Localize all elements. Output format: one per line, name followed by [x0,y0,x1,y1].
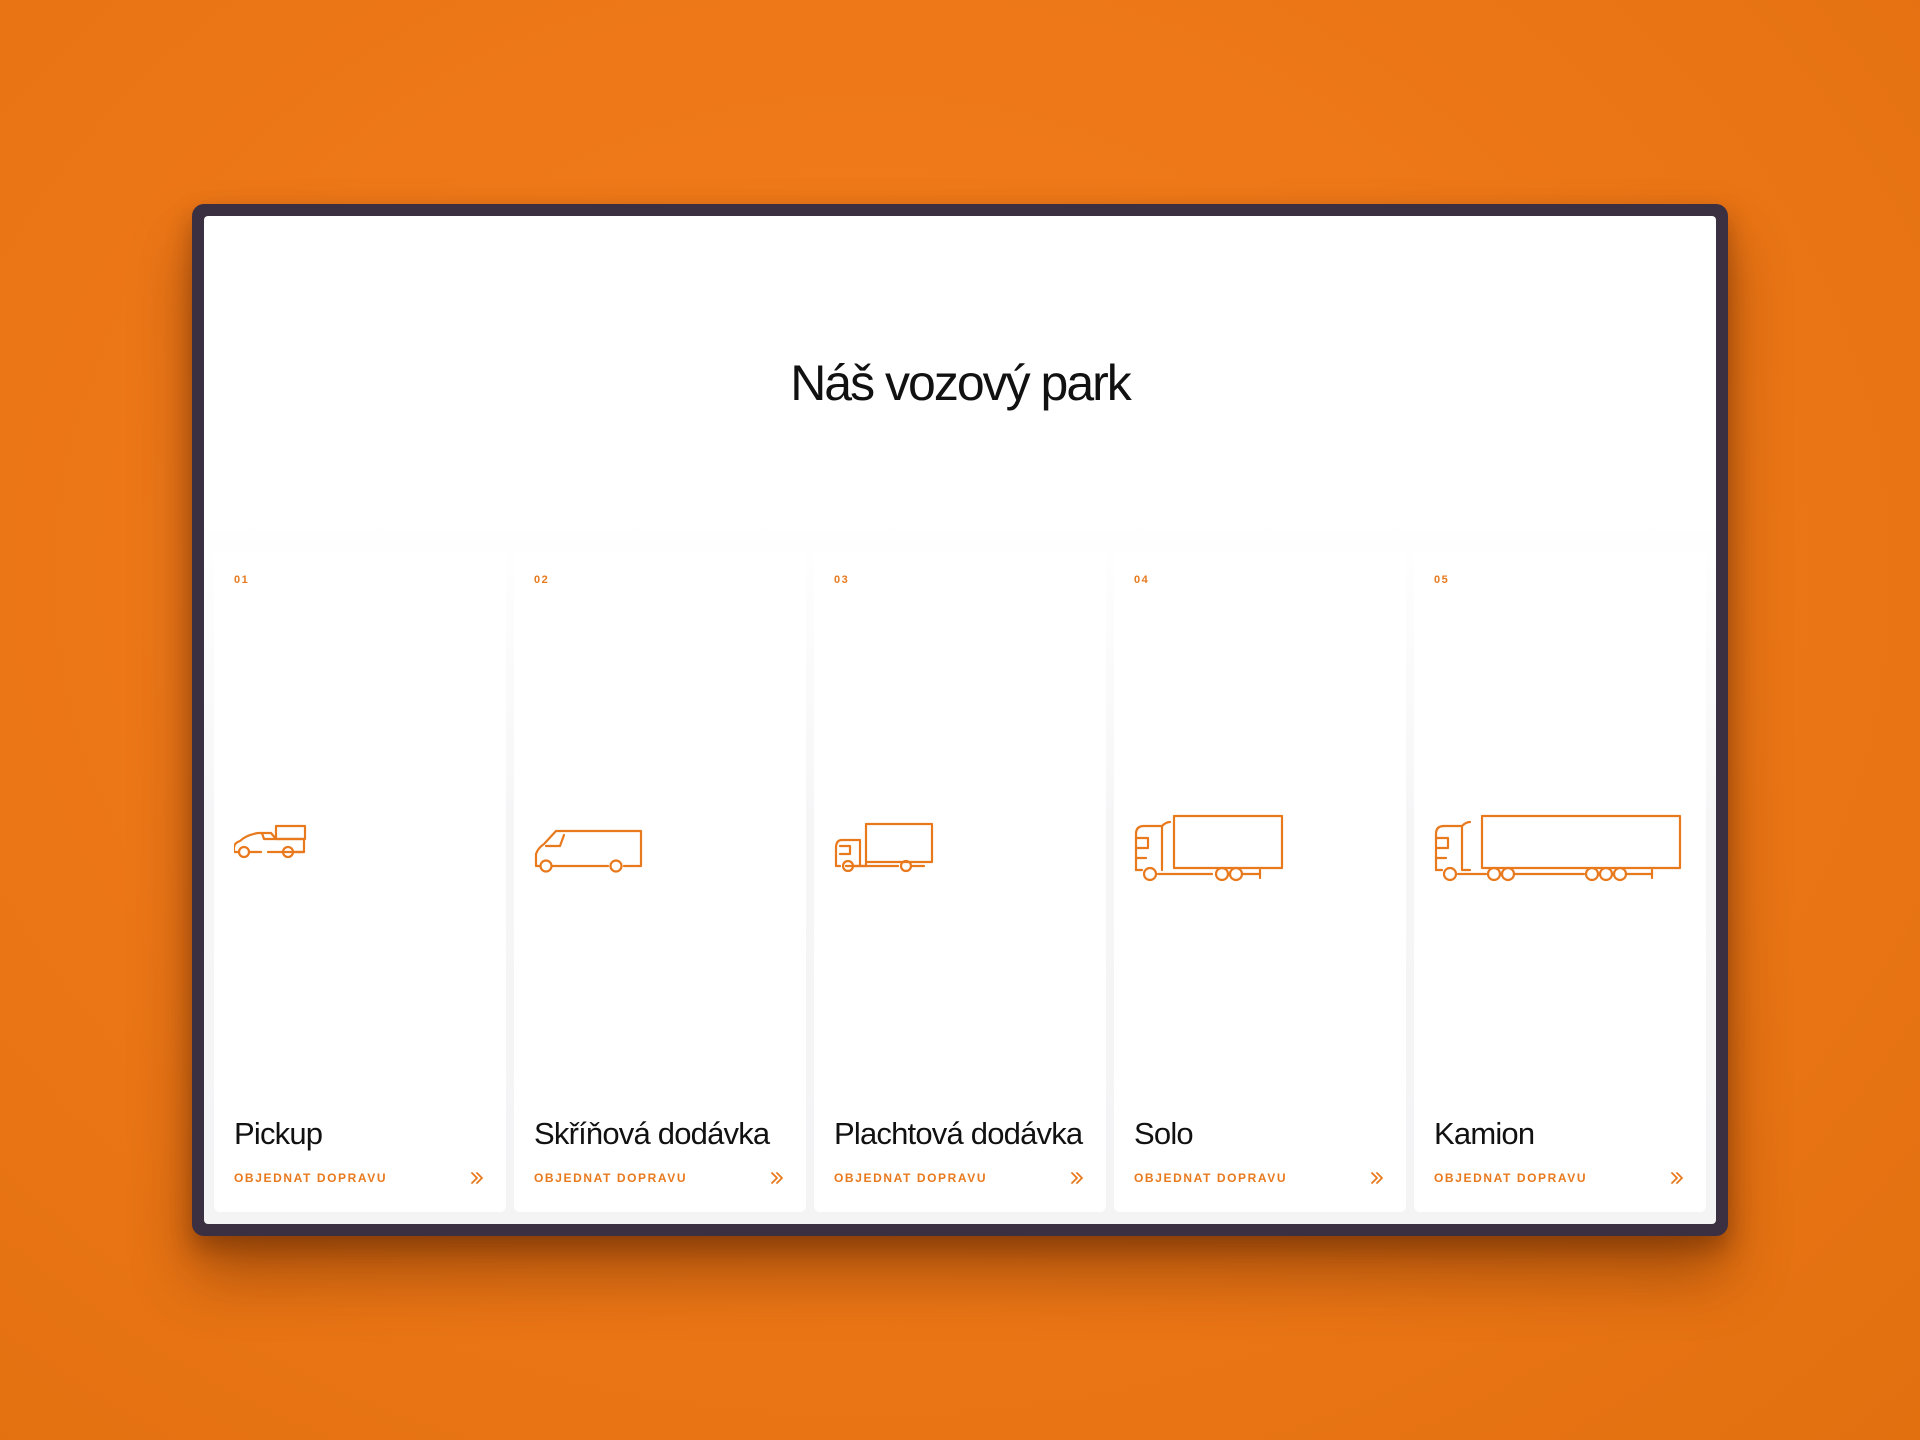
order-link-label: OBJEDNAT DOPRAVU [1434,1171,1588,1185]
card-number: 02 [534,574,550,586]
order-transport-link[interactable]: OBJEDNAT DOPRAVU [534,1168,784,1188]
card-number: 05 [1434,574,1450,586]
double-chevron-right-icon [1370,1171,1384,1185]
website-screen: Náš vozový park 01 Pickup OBJEDNAT DOPRA… [204,216,1716,1224]
order-transport-link[interactable]: OBJEDNAT DOPRAVU [1434,1168,1684,1188]
vehicle-card-solo[interactable]: 04 Solo OBJEDNAT DOPRAVU [1114,552,1406,1212]
vehicle-name: Solo [1134,1116,1194,1151]
double-chevron-right-icon [470,1171,484,1185]
vehicle-name: Skříňová dodávka [534,1116,770,1151]
vehicle-card-pickup[interactable]: 01 Pickup OBJEDNAT DOPRAVU [214,552,506,1212]
card-number: 04 [1134,574,1150,586]
vehicle-card-tarp-van[interactable]: 03 Plachtová dodávka OBJEDNAT DOPRAVU [814,552,1106,1212]
card-number: 01 [234,574,250,586]
order-link-label: OBJEDNAT DOPRAVU [1134,1171,1288,1185]
box-van-icon [534,808,654,888]
double-chevron-right-icon [1070,1171,1084,1185]
vehicle-fleet-list: 01 Pickup OBJEDNAT DOPRAVU 02 Skříňová d… [214,552,1706,1212]
vehicle-name: Pickup [234,1116,323,1151]
tarp-truck-icon [834,808,944,888]
order-transport-link[interactable]: OBJEDNAT DOPRAVU [1134,1168,1384,1188]
page-title: Náš vozový park [790,355,1132,411]
order-transport-link[interactable]: OBJEDNAT DOPRAVU [234,1168,484,1188]
order-transport-link[interactable]: OBJEDNAT DOPRAVU [834,1168,1084,1188]
vehicle-name: Plachtová dodávka [834,1116,1083,1151]
device-frame: Náš vozový park 01 Pickup OBJEDNAT DOPRA… [192,204,1728,1236]
order-link-label: OBJEDNAT DOPRAVU [234,1171,388,1185]
order-link-label: OBJEDNAT DOPRAVU [834,1171,988,1185]
double-chevron-right-icon [1670,1171,1684,1185]
pickup-icon [234,808,324,888]
card-number: 03 [834,574,850,586]
semi-truck-icon [1434,808,1684,888]
vehicle-card-box-van[interactable]: 02 Skříňová dodávka OBJEDNAT DOPRAVU [514,552,806,1212]
double-chevron-right-icon [770,1171,784,1185]
order-link-label: OBJEDNAT DOPRAVU [534,1171,688,1185]
solo-truck-icon [1134,808,1284,888]
vehicle-name: Kamion [1434,1116,1535,1151]
vehicle-card-kamion[interactable]: 05 Kamion OBJEDNAT DOPRAVU [1414,552,1706,1212]
